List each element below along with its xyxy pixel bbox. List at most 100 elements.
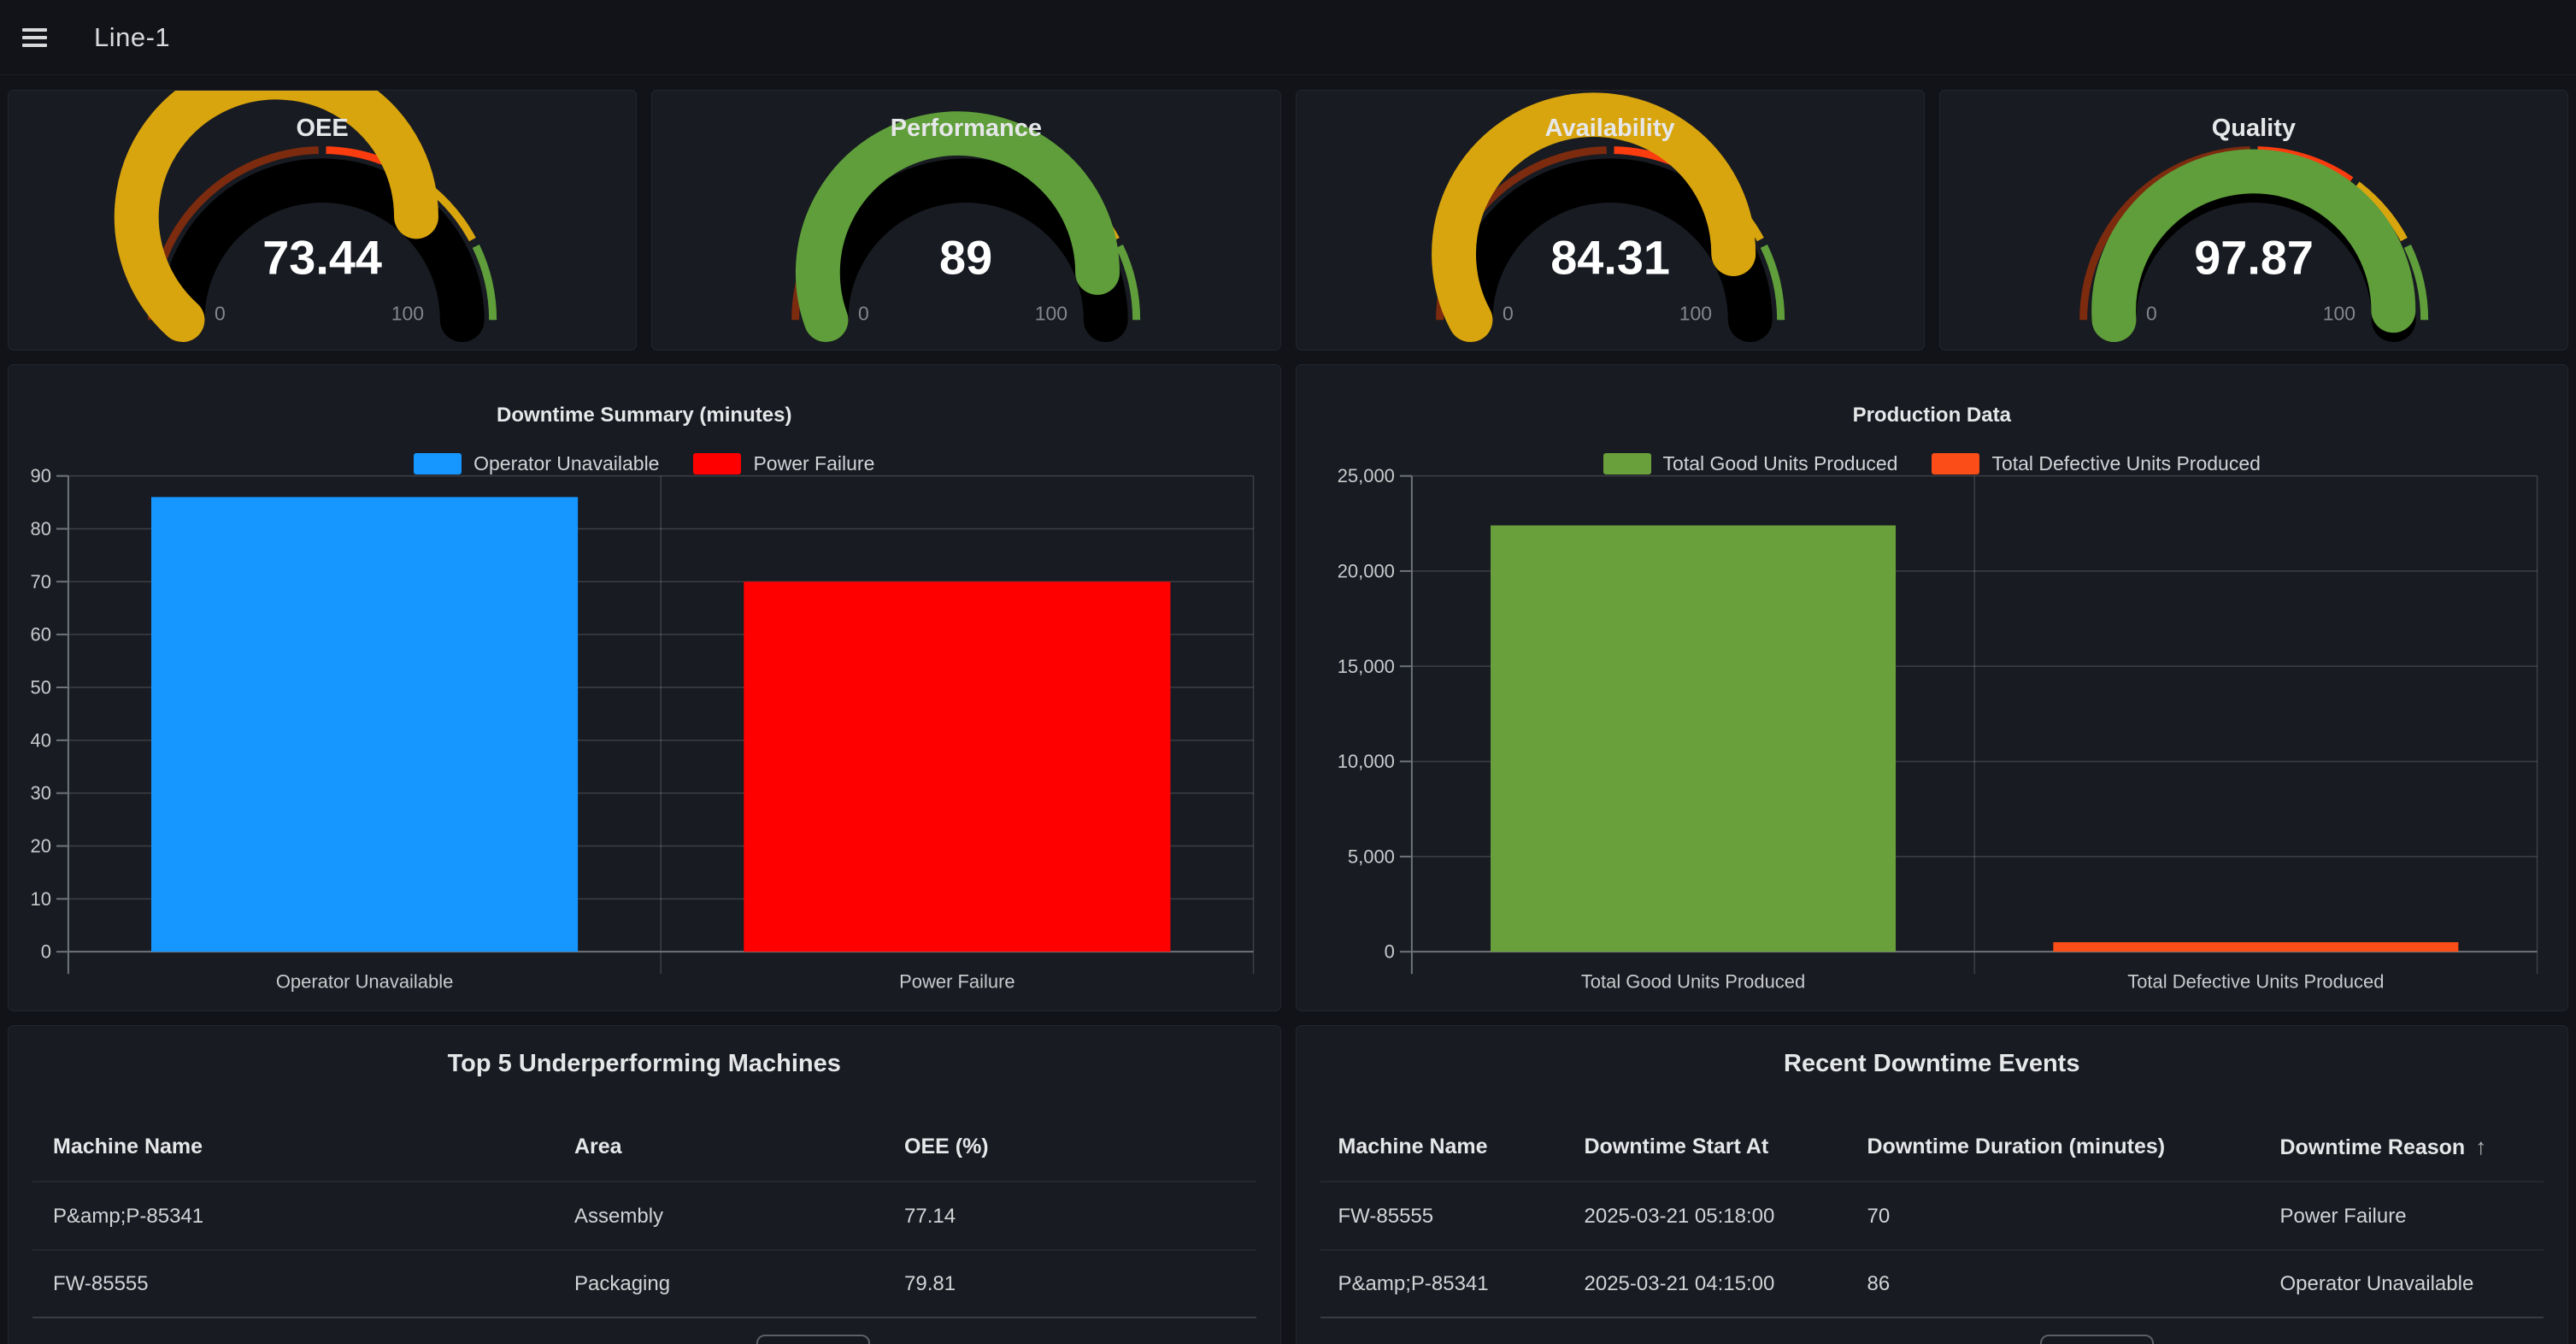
pagination-button[interactable] bbox=[756, 1335, 870, 1344]
gauge-value: 73.44 bbox=[262, 232, 382, 285]
gauge-min-label: 0 bbox=[1503, 302, 1514, 324]
legend-item[interactable]: Power Failure bbox=[693, 452, 874, 475]
table-cell: Packaging bbox=[574, 1266, 670, 1302]
column-header-area[interactable]: Area bbox=[574, 1129, 622, 1164]
panel-oee: OEE 73.44 0 100 bbox=[8, 90, 637, 351]
legend-label: Power Failure bbox=[753, 452, 874, 475]
table-cell: 70 bbox=[1867, 1199, 1891, 1235]
legend-label: Total Good Units Produced bbox=[1663, 452, 1898, 475]
bar-power-failure[interactable] bbox=[744, 581, 1170, 952]
table-cell: Assembly bbox=[574, 1199, 663, 1235]
legend-label: Operator Unavailable bbox=[473, 452, 659, 475]
row-divider bbox=[1320, 1249, 2544, 1251]
table-footer-divider bbox=[32, 1317, 1256, 1318]
panel-performance: Performance 89 0 100 bbox=[651, 90, 1280, 351]
column-header-downtime-reason[interactable]: Downtime Reason ↑ bbox=[2280, 1129, 2487, 1164]
table-cell: FW-85555 bbox=[1338, 1199, 1434, 1235]
gauge-value: 84.31 bbox=[1550, 232, 1670, 285]
panel-production-data: Production Data Total Good Units Produce… bbox=[1296, 364, 2569, 1011]
panel-availability: Availability 84.31 0 100 bbox=[1296, 90, 1925, 351]
gauges-row: OEE 73.44 0 100 Performance 89 0 100 Availab… bbox=[0, 90, 2576, 351]
gauge-max-label: 100 bbox=[391, 302, 424, 324]
panel-title: Quality bbox=[1940, 115, 2567, 143]
chart-title: Production Data bbox=[1297, 404, 2568, 427]
table-cell: FW-85555 bbox=[53, 1266, 149, 1302]
sort-ascending-icon: ↑ bbox=[2475, 1134, 2486, 1159]
y-axis-label: 20,000 bbox=[1337, 560, 1394, 581]
gauge-min-label: 0 bbox=[2146, 302, 2157, 324]
panel-top5-underperforming-machines: Top 5 Underperforming Machines Machine N… bbox=[8, 1025, 1281, 1344]
row-divider bbox=[32, 1249, 1256, 1251]
panel-quality: Quality 97.87 0 100 bbox=[1939, 90, 2568, 351]
gauge-min-label: 0 bbox=[215, 302, 226, 324]
hamburger-menu-icon[interactable] bbox=[22, 28, 47, 47]
charts-row: Downtime Summary (minutes) Operator Unav… bbox=[0, 364, 2576, 1011]
panel-title: Recent Downtime Events bbox=[1297, 1050, 2568, 1078]
y-axis-label: 30 bbox=[31, 782, 51, 804]
x-axis-category-label: Power Failure bbox=[899, 971, 1015, 993]
x-axis-category-label: Operator Unavailable bbox=[276, 971, 453, 993]
y-axis-label: 0 bbox=[41, 941, 51, 963]
panel-title: OEE bbox=[9, 115, 636, 143]
panel-downtime-summary: Downtime Summary (minutes) Operator Unav… bbox=[8, 364, 1281, 1011]
gauge-max-label: 100 bbox=[1679, 302, 1711, 324]
table-cell: 2025-03-21 04:15:00 bbox=[1585, 1266, 1775, 1302]
gauge-max-label: 100 bbox=[1035, 302, 1067, 324]
tables-row: Top 5 Underperforming Machines Machine N… bbox=[0, 1025, 2576, 1344]
gauge-value: 97.87 bbox=[2194, 232, 2314, 285]
chart-legend: Operator Unavailable Power Failure bbox=[9, 451, 1280, 476]
bar-total-good-units-produced[interactable] bbox=[1491, 526, 1896, 952]
panel-title: Availability bbox=[1297, 115, 1924, 143]
gauge-max-label: 100 bbox=[2323, 302, 2355, 324]
column-header-label: Downtime Reason bbox=[2280, 1135, 2466, 1159]
table-cell: Operator Unavailable bbox=[2280, 1266, 2474, 1302]
legend-swatch-icon bbox=[1932, 453, 1979, 475]
table-cell: 79.81 bbox=[904, 1266, 956, 1302]
panel-recent-downtime-events: Recent Downtime Events Machine Name Down… bbox=[1296, 1025, 2569, 1344]
y-axis-label: 5,000 bbox=[1347, 846, 1394, 867]
panel-title: Top 5 Underperforming Machines bbox=[9, 1050, 1280, 1078]
top-navbar: Line-1 bbox=[0, 0, 2576, 75]
pagination-button[interactable] bbox=[2040, 1335, 2154, 1344]
table-cell: Power Failure bbox=[2280, 1199, 2407, 1235]
table-cell: 2025-03-21 05:18:00 bbox=[1585, 1199, 1775, 1235]
dashboard-page: Line-1 OEE 73.44 0 100 Performance 89 0 100 … bbox=[0, 0, 2576, 1344]
row-divider bbox=[32, 1181, 1256, 1182]
legend-swatch-icon bbox=[693, 453, 741, 475]
legend-swatch-icon bbox=[414, 453, 462, 475]
row-divider bbox=[1320, 1181, 2544, 1182]
gauge-min-label: 0 bbox=[858, 302, 869, 324]
bar-total-defective-units-produced[interactable] bbox=[2053, 942, 2458, 952]
x-axis-category-label: Total Good Units Produced bbox=[1580, 971, 1804, 993]
legend-swatch-icon bbox=[1603, 453, 1651, 475]
legend-item[interactable]: Total Good Units Produced bbox=[1603, 452, 1898, 475]
gauge-value: 89 bbox=[939, 232, 992, 285]
legend-item[interactable]: Total Defective Units Produced bbox=[1932, 452, 2261, 475]
y-axis-label: 70 bbox=[31, 571, 51, 592]
column-header-downtime-duration[interactable]: Downtime Duration (minutes) bbox=[1867, 1129, 2166, 1164]
column-header-machine-name[interactable]: Machine Name bbox=[53, 1129, 203, 1164]
table-cell: P&amp;P-85341 bbox=[53, 1199, 203, 1235]
y-axis-label: 10,000 bbox=[1337, 751, 1394, 772]
table-cell: 77.14 bbox=[904, 1199, 956, 1235]
chart-title: Downtime Summary (minutes) bbox=[9, 404, 1280, 427]
column-header-oee-pct[interactable]: OEE (%) bbox=[904, 1129, 989, 1164]
y-axis-label: 15,000 bbox=[1337, 656, 1394, 677]
y-axis-label: 10 bbox=[31, 888, 51, 910]
bar-operator-unavailable[interactable] bbox=[151, 497, 578, 952]
dashboard-title: Line-1 bbox=[94, 22, 170, 53]
y-axis-label: 20 bbox=[31, 835, 51, 857]
legend-label: Total Defective Units Produced bbox=[1991, 452, 2261, 475]
table-footer-divider bbox=[1320, 1317, 2544, 1318]
table-cell: 86 bbox=[1867, 1266, 1891, 1302]
y-axis-label: 50 bbox=[31, 677, 51, 699]
chart-legend: Total Good Units Produced Total Defective… bbox=[1297, 451, 2568, 476]
table-cell: P&amp;P-85341 bbox=[1338, 1266, 1489, 1302]
column-header-downtime-start[interactable]: Downtime Start At bbox=[1585, 1129, 1769, 1164]
y-axis-label: 60 bbox=[31, 624, 51, 645]
x-axis-category-label: Total Defective Units Produced bbox=[2127, 971, 2384, 993]
legend-item[interactable]: Operator Unavailable bbox=[414, 452, 659, 475]
y-axis-label: 0 bbox=[1384, 941, 1394, 963]
column-header-machine-name[interactable]: Machine Name bbox=[1338, 1129, 1488, 1164]
panel-title: Performance bbox=[652, 115, 1279, 143]
